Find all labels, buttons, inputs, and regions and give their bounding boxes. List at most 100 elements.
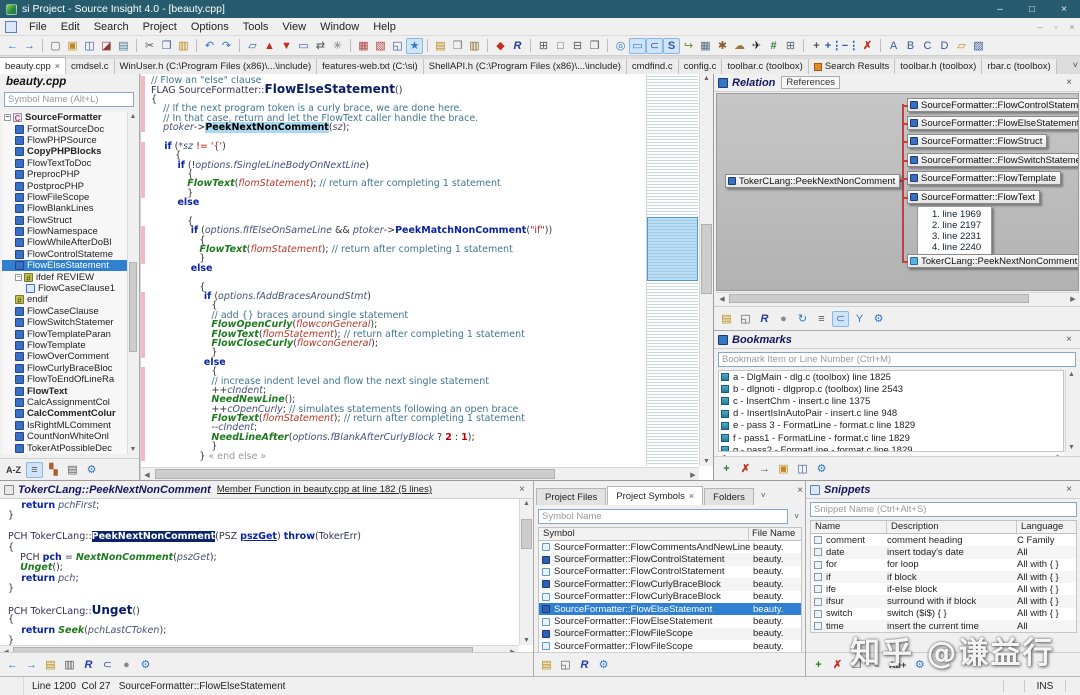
delete-line-icon[interactable]: ✗ xyxy=(859,38,876,54)
symbols-tab[interactable]: Folders xyxy=(704,488,754,505)
lock-icon[interactable]: ● xyxy=(775,311,792,327)
undo-icon[interactable]: ↶ xyxy=(201,38,218,54)
bookmarks-close-icon[interactable]: × xyxy=(1062,334,1076,345)
link-symbols-icon[interactable]: # xyxy=(765,38,782,54)
tree-item[interactable]: FlowControlStateme xyxy=(2,249,128,260)
line-reference[interactable]: 3. line 2231 xyxy=(932,231,981,242)
jump-to-definition-icon[interactable]: ▲ xyxy=(261,38,278,54)
nav-forward-icon[interactable]: → xyxy=(23,657,40,673)
book-view-icon[interactable]: ▥ xyxy=(61,657,78,673)
lookup-references-icon[interactable]: ▱ xyxy=(244,38,261,54)
replace-icon[interactable]: ⇄ xyxy=(312,38,329,54)
relation-node[interactable]: SourceFormatter::FlowSwitchStatement xyxy=(907,153,1079,167)
menu-view[interactable]: View xyxy=(275,18,313,36)
style-b-icon[interactable]: B xyxy=(902,38,919,54)
snippet-row[interactable]: forfor loopAll with { } xyxy=(811,559,1076,571)
r-macro-icon[interactable]: R xyxy=(576,657,593,673)
settings-gear-icon[interactable]: ⚙ xyxy=(813,461,830,477)
symbol-row[interactable]: SourceFormatter::FlowCommentsAndNewLineb… xyxy=(539,541,801,553)
symbols-tab-close-icon[interactable]: × xyxy=(689,491,694,501)
edit-snippet-icon[interactable]: ✎ xyxy=(867,657,884,673)
window-cascade-icon[interactable]: ❐ xyxy=(586,38,603,54)
line-reference[interactable]: 1. line 1969 xyxy=(932,209,981,220)
tree-item[interactable]: PostprocPHP xyxy=(2,180,128,191)
book-view-icon[interactable]: ▤ xyxy=(64,462,81,478)
snippets-column-language[interactable]: Language xyxy=(1017,521,1076,533)
code-editor[interactable]: // Flow an "else" clauseFLAG SourceForma… xyxy=(141,74,713,480)
tab-overflow-chevron-icon[interactable]: ˅ xyxy=(1073,60,1078,70)
open-bookmarks-icon[interactable]: ▣ xyxy=(775,461,792,477)
lock-icon[interactable]: ● xyxy=(118,657,135,673)
symbols-input-chevron-icon[interactable]: ˅ xyxy=(794,512,799,521)
tab-close-icon[interactable]: × xyxy=(55,61,60,71)
tree-item[interactable]: FormatSourceDoc xyxy=(2,123,128,134)
tree-item[interactable]: FlowWhileAfterDoBl xyxy=(2,237,128,248)
window-split-icon[interactable]: ⊟ xyxy=(569,38,586,54)
bookmark-item[interactable]: g - pass2 - FormatLine - format.c line 1… xyxy=(719,444,1063,452)
symbols-panel-close-icon[interactable]: × xyxy=(797,485,803,496)
copy-icon[interactable]: ❐ xyxy=(158,38,175,54)
symbol-row[interactable]: SourceFormatter::FlowControlStatementbea… xyxy=(539,566,801,578)
symbols-tab[interactable]: Project Symbols× xyxy=(607,486,703,505)
window-full-icon[interactable]: □ xyxy=(552,38,569,54)
paste-icon[interactable]: ▥ xyxy=(175,38,192,54)
cut-icon[interactable]: ✂ xyxy=(141,38,158,54)
nav-back-icon[interactable]: ← xyxy=(4,657,21,673)
snippet-row[interactable]: ifsursurround with if blockAll with { } xyxy=(811,595,1076,607)
tree-item[interactable]: FlowOverComment xyxy=(2,351,128,362)
remove-bookmark-icon[interactable]: ✗ xyxy=(737,461,754,477)
context-subtitle-link[interactable]: Member Function in beauty.cpp at line 18… xyxy=(217,484,432,495)
nav-back-icon[interactable]: ← xyxy=(4,38,21,54)
settings-gear-icon[interactable]: ⚙ xyxy=(595,657,612,673)
new-snippet-icon[interactable]: + xyxy=(810,657,827,673)
menu-project[interactable]: Project xyxy=(136,18,184,36)
group-view-icon[interactable]: ▚ xyxy=(45,462,62,478)
snippet-row[interactable]: dateinsert today's dateAll xyxy=(811,546,1076,558)
open-file-icon[interactable]: ▣ xyxy=(64,38,81,54)
rename-snippet-icon[interactable]: Ab+ xyxy=(886,657,909,673)
snippets-close-icon[interactable]: × xyxy=(1062,484,1076,495)
history-clock-icon[interactable]: ◎ xyxy=(612,38,629,54)
symbols-column-symbol[interactable]: Symbol xyxy=(539,528,749,540)
sidebar-splitter[interactable] xyxy=(140,74,141,480)
select-mode-icon[interactable]: ▭ xyxy=(629,38,646,54)
bookmark-item[interactable]: f - pass1 - FormatLine - format.c line 1… xyxy=(719,432,1063,444)
tree-item[interactable]: FlowStruct xyxy=(2,215,128,226)
editor-code-area[interactable]: // Flow an "else" clauseFLAG SourceForma… xyxy=(151,76,645,466)
save-all-icon[interactable]: ◪ xyxy=(98,38,115,54)
sidebar-scrollbar[interactable]: ▲ ▼ xyxy=(127,112,138,454)
add-bookmark-icon[interactable]: + xyxy=(718,461,735,477)
new-tab-icon[interactable]: ◱ xyxy=(389,38,406,54)
keep-book-icon[interactable]: ▤ xyxy=(718,311,735,327)
symbol-name-input[interactable] xyxy=(4,92,134,107)
tree-item[interactable]: CountNonWhiteOnl xyxy=(2,431,128,442)
tree-item[interactable]: −CSourceFormatter xyxy=(2,112,128,123)
snippet-row[interactable]: commentcomment headingC Family xyxy=(811,534,1076,546)
tree-item[interactable]: FlowCurlyBraceBloc xyxy=(2,363,128,374)
tree-item[interactable]: FlowTemplate xyxy=(2,340,128,351)
window-tile-icon[interactable]: ⊞ xyxy=(535,38,552,54)
relation-horizontal-scrollbar[interactable]: ◀ ▶ xyxy=(716,292,1079,304)
relation-node[interactable]: SourceFormatter::FlowText xyxy=(907,190,1040,204)
relation-node[interactable]: SourceFormatter::FlowStruct xyxy=(907,134,1047,148)
relation-node[interactable]: SourceFormatter::FlowControlStatement xyxy=(907,98,1079,112)
symbol-info-icon[interactable]: ▭ xyxy=(295,38,312,54)
file-tab[interactable]: WinUser.h (C:\Program Files (x86)\...\in… xyxy=(115,59,318,74)
settings-gear-icon[interactable]: ⚙ xyxy=(911,657,928,673)
r-macro-icon[interactable]: R xyxy=(509,38,526,54)
tree-item[interactable]: FlowBlankLines xyxy=(2,203,128,214)
symbols-column-file[interactable]: File Name xyxy=(749,528,801,540)
new-window-icon[interactable]: ◱ xyxy=(557,657,574,673)
tree-item[interactable]: CalcCommentColur xyxy=(2,408,128,419)
bookmark-item[interactable]: b - dlgnoti - dlgprop.c (toolbox) line 2… xyxy=(719,383,1063,395)
r-macro-icon[interactable]: R xyxy=(756,311,773,327)
settings-gear-icon[interactable]: ⚙ xyxy=(137,657,154,673)
relation-close-icon[interactable]: × xyxy=(1062,77,1076,88)
relation-icon[interactable]: ⊂ xyxy=(99,657,116,673)
minimap-viewport[interactable] xyxy=(647,217,698,281)
editor-vertical-scrollbar[interactable]: ▲ ▼ xyxy=(699,74,713,466)
line-reference[interactable]: 4. line 2240 xyxy=(932,242,981,253)
mdi-restore-icon[interactable]: ▫ xyxy=(1048,22,1064,32)
snippets-column-name[interactable]: Name xyxy=(811,521,887,533)
snippet-row[interactable]: ifeif-else blockAll with { } xyxy=(811,583,1076,595)
